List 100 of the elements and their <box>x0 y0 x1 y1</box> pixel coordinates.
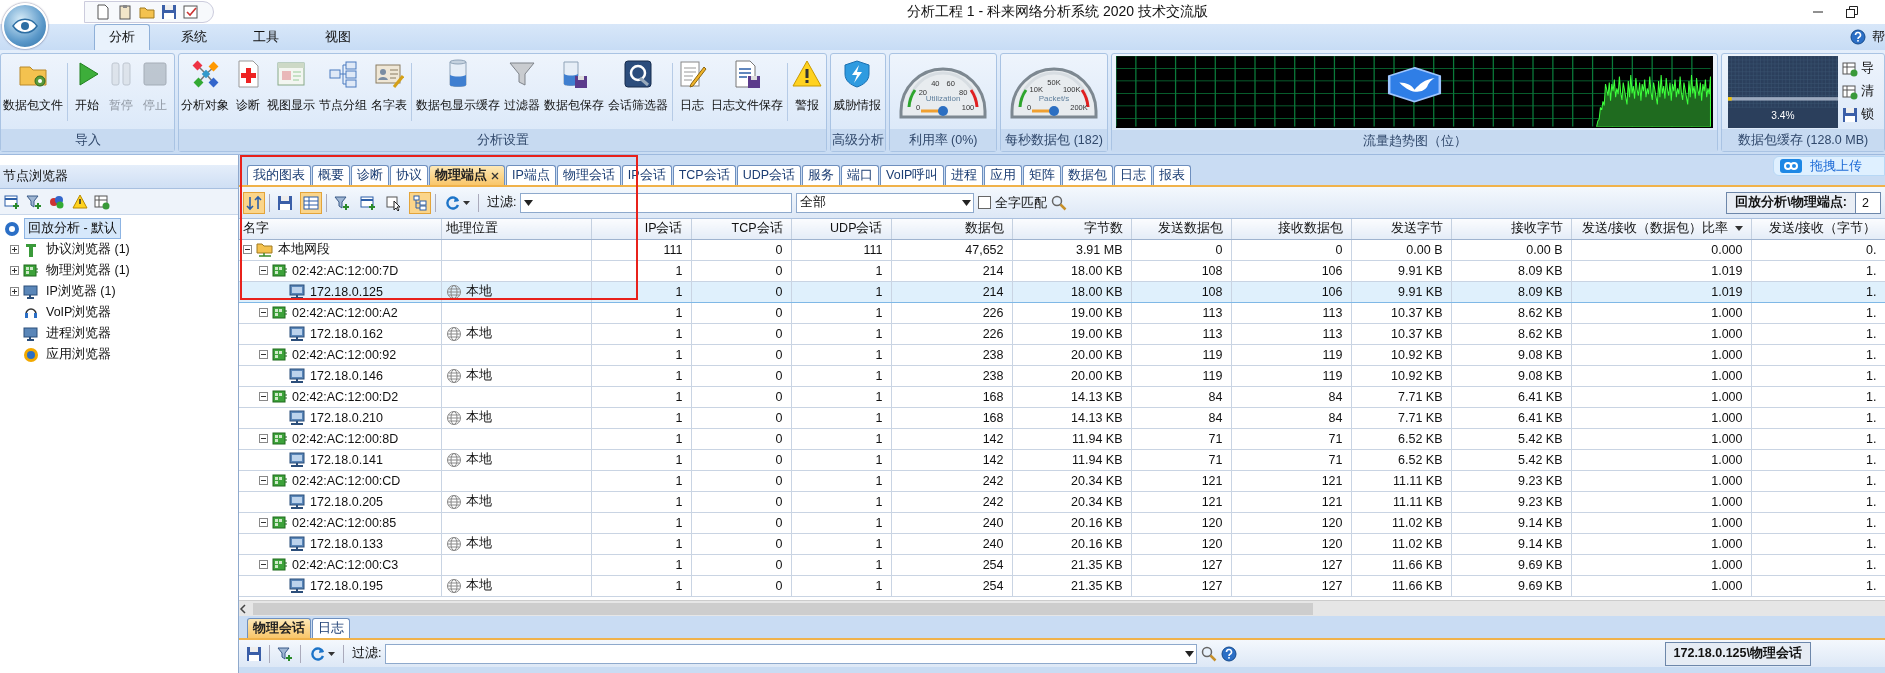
ribbon-button[interactable]: 日志 <box>675 59 709 114</box>
node-name[interactable]: 172.18.0.162 <box>310 326 383 341</box>
column-header[interactable]: IP会话 <box>591 219 691 239</box>
column-header[interactable]: 数据包 <box>891 219 1012 239</box>
view-tab[interactable]: IP端点 <box>506 165 556 185</box>
ribbon-tab[interactable]: 工具 <box>238 24 294 50</box>
view-tab[interactable]: 报表 <box>1153 165 1192 185</box>
column-header[interactable]: 名字 <box>239 219 441 239</box>
column-header[interactable]: 接收字节 <box>1451 219 1571 239</box>
node-name[interactable]: 172.18.0.195 <box>310 578 383 593</box>
node-name[interactable]: 172.18.0.210 <box>310 410 383 425</box>
expander-icon[interactable] <box>259 266 268 275</box>
panel-tab[interactable]: 物理会话 <box>247 618 311 638</box>
view-tab[interactable]: 物理端点 <box>429 165 505 185</box>
node-name[interactable]: 02:42:AC:12:00:CD <box>292 473 401 488</box>
view-tab[interactable]: 应用 <box>984 165 1023 185</box>
buffer-action[interactable]: 锁 <box>1842 106 1874 123</box>
toolbar-button[interactable] <box>72 193 88 210</box>
ribbon-button[interactable]: 数据包显示缓存 <box>414 59 502 114</box>
restore-button[interactable] <box>1845 5 1859 19</box>
expander-icon[interactable] <box>259 476 268 485</box>
view-tab[interactable]: 矩阵 <box>1023 165 1062 185</box>
ribbon-button[interactable]: 分析对象 <box>179 59 231 114</box>
buffer-action[interactable]: 清 <box>1842 83 1874 100</box>
view-tab[interactable]: 概要 <box>312 165 350 185</box>
ribbon-button[interactable]: 名字表 <box>369 59 409 114</box>
tree-item[interactable]: 回放分析 - 默认 <box>24 218 122 239</box>
node-name[interactable]: 02:42:AC:12:00:92 <box>292 347 397 362</box>
column-header[interactable]: UDP会话 <box>791 219 891 239</box>
ribbon-tab[interactable]: 视图 <box>310 24 366 50</box>
view-tab[interactable]: VoIP呼叫 <box>880 165 945 185</box>
node-name[interactable]: 02:42:AC:12:00:C3 <box>292 557 399 572</box>
filter-field[interactable] <box>520 192 793 213</box>
view-tab[interactable]: 日志 <box>1114 165 1153 185</box>
column-header[interactable]: 接收数据包 <box>1231 219 1351 239</box>
view-tab[interactable]: TCP会话 <box>672 165 736 185</box>
view-tab[interactable]: 协议 <box>390 165 428 185</box>
node-name[interactable]: 172.18.0.205 <box>310 494 383 509</box>
node-name[interactable]: 172.18.0.146 <box>310 368 383 383</box>
toolbar-button[interactable] <box>243 191 265 214</box>
column-header[interactable]: 字节数 <box>1012 219 1131 239</box>
checkbox[interactable] <box>978 196 992 209</box>
ribbon-button[interactable]: 视图显示 <box>265 59 317 114</box>
tree-item[interactable]: 物理浏览器 (1) <box>43 261 133 280</box>
view-tab[interactable]: UDP会话 <box>736 165 802 185</box>
scope-dropdown[interactable]: 全部 <box>796 192 975 213</box>
node-name[interactable]: 02:42:AC:12:00:A2 <box>292 305 398 320</box>
ribbon-button[interactable]: 诊断 <box>231 59 265 114</box>
node-name[interactable]: 02:42:AC:12:00:D2 <box>292 389 399 404</box>
ribbon-button[interactable]: 数据包保存 <box>542 59 606 114</box>
view-tab[interactable]: 物理会话 <box>556 165 621 185</box>
node-name[interactable]: 02:42:AC:12:00:85 <box>292 515 397 530</box>
expander-icon[interactable] <box>10 266 19 275</box>
ribbon-button[interactable]: 节点分组 <box>317 59 369 114</box>
ribbon-tab[interactable]: 系统 <box>166 24 222 50</box>
view-tab[interactable]: 诊断 <box>351 165 389 185</box>
toolbar-button[interactable] <box>48 193 66 210</box>
expander-icon[interactable] <box>243 245 252 254</box>
expander-icon[interactable] <box>10 287 19 296</box>
toolbar-button[interactable] <box>26 193 42 210</box>
ribbon-button[interactable]: 会话筛选器 <box>606 59 670 114</box>
expander-icon[interactable] <box>259 560 268 569</box>
column-header[interactable]: 发送/接收（字节） <box>1751 219 1885 239</box>
ribbon-button[interactable]: 过滤器 <box>502 59 542 114</box>
node-name[interactable]: 172.18.0.133 <box>310 536 383 551</box>
node-name[interactable]: 02:42:AC:12:00:7D <box>292 263 399 278</box>
tree-item[interactable]: 进程浏览器 <box>43 324 114 343</box>
ribbon-button[interactable]: 威胁情报 <box>831 59 883 114</box>
horizontal-scrollbar[interactable] <box>239 600 1885 616</box>
expander-icon[interactable] <box>259 518 268 527</box>
tree-item[interactable]: 应用浏览器 <box>43 345 114 364</box>
column-header[interactable]: TCP会话 <box>691 219 791 239</box>
ribbon-tab[interactable]: 分析 <box>94 24 150 50</box>
expander-icon[interactable] <box>259 350 268 359</box>
view-tab[interactable]: 服务 <box>802 165 841 185</box>
ribbon-button[interactable]: 数据包文件 <box>1 59 65 114</box>
view-tab[interactable]: 进程 <box>945 165 984 185</box>
node-name[interactable]: 02:42:AC:12:00:8D <box>292 431 399 446</box>
expander-icon[interactable] <box>259 392 268 401</box>
view-tab[interactable]: 端口 <box>841 165 880 185</box>
expander-icon[interactable] <box>259 434 268 443</box>
buffer-action[interactable]: 导 <box>1842 60 1874 77</box>
column-header[interactable]: 发送字节 <box>1351 219 1451 239</box>
ribbon-button[interactable]: 日志文件保存 <box>709 59 785 114</box>
tree-item[interactable]: VoIP浏览器 <box>43 303 115 322</box>
filter-field[interactable] <box>385 643 1198 664</box>
expander-icon[interactable] <box>10 245 19 254</box>
column-header[interactable]: 地理位置 <box>441 219 591 239</box>
view-tab[interactable]: 我的图表 <box>247 165 311 185</box>
toolbar-button[interactable] <box>409 191 431 214</box>
tree-item[interactable]: IP浏览器 (1) <box>43 282 119 301</box>
node-name[interactable]: 本地网段 <box>278 241 330 258</box>
panel-tab[interactable]: 日志 <box>312 618 350 638</box>
node-name[interactable]: 172.18.0.141 <box>310 452 383 467</box>
help-label[interactable]: 帮 <box>1872 28 1885 46</box>
ribbon-button[interactable]: 警报 <box>790 59 824 114</box>
app-logo[interactable] <box>2 3 48 49</box>
column-header[interactable]: 发送数据包 <box>1131 219 1231 239</box>
upload-button[interactable]: 拖拽上传 <box>1773 156 1885 176</box>
toolbar-button[interactable] <box>4 193 20 210</box>
